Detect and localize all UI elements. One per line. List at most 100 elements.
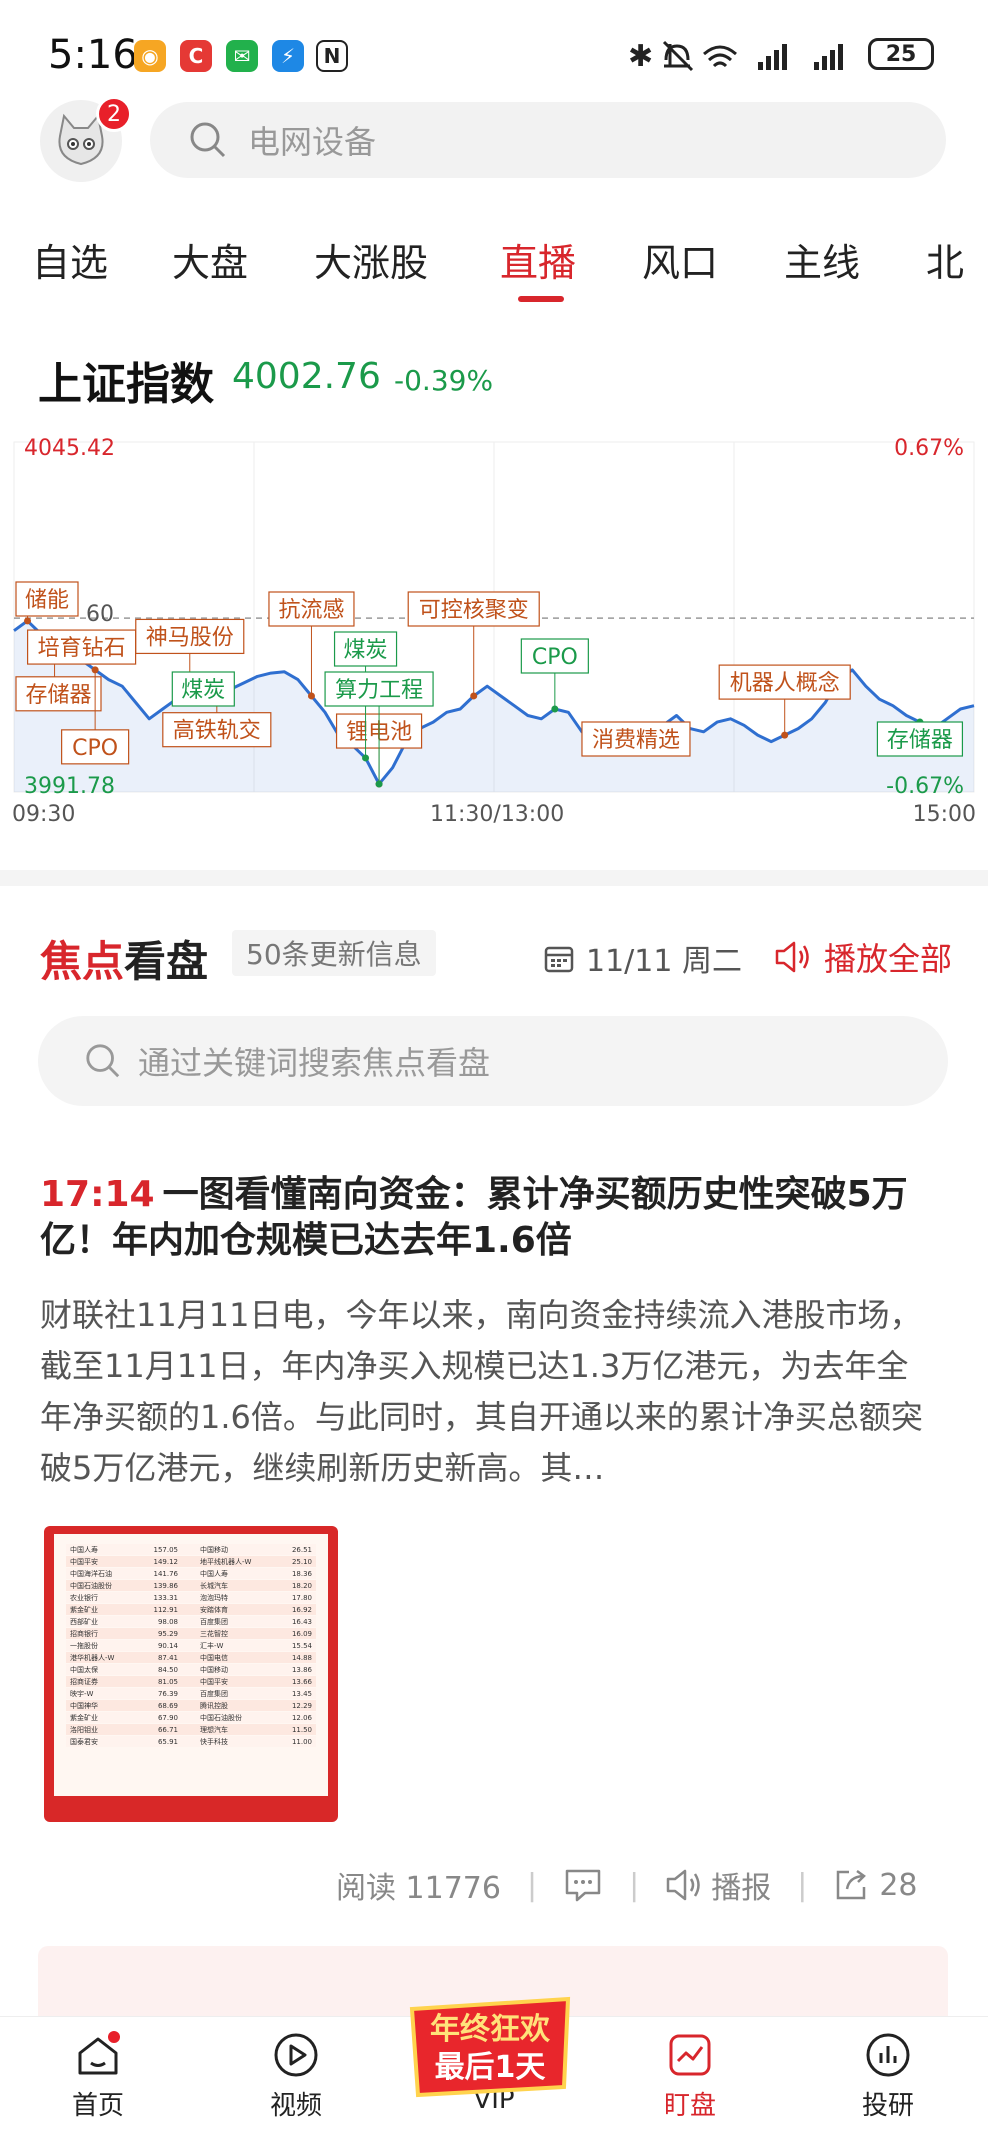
promo-badge[interactable]: 年终狂欢 最后1天 xyxy=(404,1991,576,2101)
focus-section-title: 焦点看盘 xyxy=(40,928,208,989)
thumb-left-value: 95.29 xyxy=(158,1630,178,1638)
thumb-right-value: 13.66 xyxy=(292,1678,313,1686)
nfc-icon: N xyxy=(316,40,348,72)
broadcast-label: 播报 xyxy=(711,1871,772,1906)
thumb-left-value: 112.91 xyxy=(154,1606,179,1614)
thumb-right-value: 13.86 xyxy=(292,1666,313,1674)
tab-zhibo[interactable]: 直播 xyxy=(500,232,576,287)
tab-fengkou[interactable]: 风口 xyxy=(642,232,718,287)
thumb-right-name: 泡泡玛特 xyxy=(200,1593,228,1602)
thumb-right-name: 腾讯控股 xyxy=(200,1701,228,1710)
search-placeholder: 电网设备 xyxy=(248,123,377,161)
thumb-left-value: 84.50 xyxy=(158,1666,178,1674)
chart-watch-icon xyxy=(669,2034,711,2076)
thumb-left-name: 国泰君安 xyxy=(70,1737,98,1746)
annotation-point xyxy=(362,754,370,762)
nav-watch[interactable]: 盯盘 xyxy=(630,2031,750,2122)
thumb-left-value: 68.69 xyxy=(158,1702,178,1710)
comment-icon[interactable] xyxy=(563,1867,603,1903)
flash-icon: ⚡ xyxy=(272,40,304,72)
focus-update-count: 50条更新信息 xyxy=(232,930,436,976)
chart-low-label: 3991.78 xyxy=(24,774,115,799)
thumb-left-name: 中国海洋石油 xyxy=(70,1569,112,1578)
annotation-label: 消费精选 xyxy=(592,728,680,753)
thumb-left-name: 招商证券 xyxy=(70,1677,98,1686)
thumb-right-name: 安踏体育 xyxy=(200,1605,228,1614)
index-value: 4002.76 xyxy=(232,356,381,397)
thumb-left-value: 66.71 xyxy=(158,1726,178,1734)
chart-low-pct-label: -0.67% xyxy=(886,774,964,799)
nav-research-label: 投研 xyxy=(861,2091,914,2121)
search-icon xyxy=(86,1044,120,1078)
tab-dazhanggu[interactable]: 大涨股 xyxy=(314,232,428,287)
thumb-right-name: 中国移动 xyxy=(200,1545,228,1554)
nav-video[interactable]: 视频 xyxy=(236,2031,356,2122)
date-picker[interactable]: 11/11 周二 xyxy=(544,936,742,980)
focus-date: 11/11 周二 xyxy=(586,944,742,979)
thumb-right-value: 13.45 xyxy=(292,1690,312,1698)
thumbnail-table-svg: 中国人寿 157.05 中国移动 26.51 中国平安 149.12 地平线机器人-W 25.… xyxy=(66,1544,316,1747)
chart-x-tick-mid: 11:30/13:00 xyxy=(430,802,565,827)
thumb-row xyxy=(66,1616,316,1627)
annotation-point xyxy=(307,692,315,700)
thumb-row xyxy=(66,1604,316,1615)
annotation-label: 存储器 xyxy=(887,728,953,753)
thumb-row xyxy=(66,1556,316,1567)
status-indicators-icon: ✱ xyxy=(628,39,843,74)
search-bar[interactable]: 电网设备 xyxy=(150,102,946,178)
chart-high-pct-label: 0.67% xyxy=(894,436,964,461)
thumb-left-value: 81.05 xyxy=(158,1678,178,1686)
active-tab-indicator xyxy=(518,296,564,302)
tab-dapan[interactable]: 大盘 xyxy=(172,232,248,287)
annotation-point xyxy=(24,617,32,625)
index-name[interactable]: 上证指数 xyxy=(38,348,214,412)
intraday-chart[interactable]: 储能 存储器 培育钻石 CPO 神马股份 高铁轨交 煤炭 抗流感 锂电池 煤炭 算力工程 可控核聚变 C… xyxy=(12,436,976,836)
annotation-label: 煤炭 xyxy=(181,678,225,703)
tab-zixuan[interactable]: 自选 xyxy=(32,232,108,287)
thumb-right-value: 11.00 xyxy=(292,1738,312,1746)
share-button[interactable]: 28 xyxy=(833,1867,918,1903)
thumb-left-value: 157.05 xyxy=(154,1546,179,1554)
thumb-row xyxy=(66,1736,316,1747)
news-headline[interactable]: 17:14 一图看懂南向资金：累计净买额历史性突破5万亿！年内加仓规模已达去年1.… xyxy=(40,1172,940,1264)
annotation-point xyxy=(551,705,559,713)
speaker-icon xyxy=(775,941,809,973)
thumb-right-value: 11.50 xyxy=(292,1726,312,1734)
thumb-row xyxy=(66,1592,316,1603)
nav-research[interactable]: 投研 xyxy=(828,2031,948,2122)
nav-home-label: 首页 xyxy=(71,2091,124,2121)
thumb-right-name: 中国移动 xyxy=(200,1665,228,1674)
wechat-icon: ✉ xyxy=(226,40,258,72)
thumb-right-name: 三花智控 xyxy=(200,1629,228,1638)
thumb-right-value: 15.54 xyxy=(292,1642,313,1650)
thumb-left-name: 中国平安 xyxy=(70,1557,98,1566)
annotation-label: 煤炭 xyxy=(344,638,388,663)
thumb-right-name: 中国石油股份 xyxy=(200,1713,242,1722)
annotation-label: 培育钻石 xyxy=(38,636,126,661)
tab-bei[interactable]: 北 xyxy=(926,232,964,287)
broadcast-button[interactable]: 播报 xyxy=(665,1863,771,1907)
thumb-right-name: 汇丰-W xyxy=(200,1641,224,1650)
play-all-button[interactable]: 播放全部 xyxy=(774,934,952,980)
news-thumbnail[interactable]: 中国人寿 157.05 中国移动 26.51 中国平安 149.12 地平线机器人-W 25.… xyxy=(44,1526,338,1822)
focus-search-placeholder: 通过关键词搜索焦点看盘 xyxy=(138,1044,491,1082)
nav-home[interactable]: 首页 xyxy=(38,2031,158,2122)
speaker-icon xyxy=(666,1869,700,1901)
thumb-right-name: 地平线机器人-W xyxy=(200,1557,252,1566)
video-play-icon xyxy=(274,2033,318,2077)
play-all-label: 播放全部 xyxy=(824,940,953,978)
thumb-right-name: 中国电信 xyxy=(200,1653,228,1662)
calendar-icon xyxy=(544,946,574,973)
news-summary[interactable]: 财联社11月11日电，今年以来，南向资金持续流入港股市场，截至11月11日，年内… xyxy=(40,1290,940,1494)
thumb-right-name: 中国人寿 xyxy=(200,1569,228,1578)
thumb-left-name: 中国神华 xyxy=(70,1701,98,1710)
promo-line1: 年终狂欢 xyxy=(430,2012,551,2047)
search-icon xyxy=(190,122,226,158)
research-bars-icon xyxy=(866,2033,910,2077)
focus-search-input[interactable]: 通过关键词搜索焦点看盘 xyxy=(38,1016,948,1106)
tab-zhuxian[interactable]: 主线 xyxy=(784,232,860,287)
thumb-left-value: 141.76 xyxy=(154,1570,179,1578)
thumb-left-name: 中国石油股份 xyxy=(70,1581,112,1590)
news-actions: 阅读 11776 | | 播报 | 28 xyxy=(336,1860,918,1910)
thumb-right-name: 百度集团 xyxy=(200,1689,228,1698)
